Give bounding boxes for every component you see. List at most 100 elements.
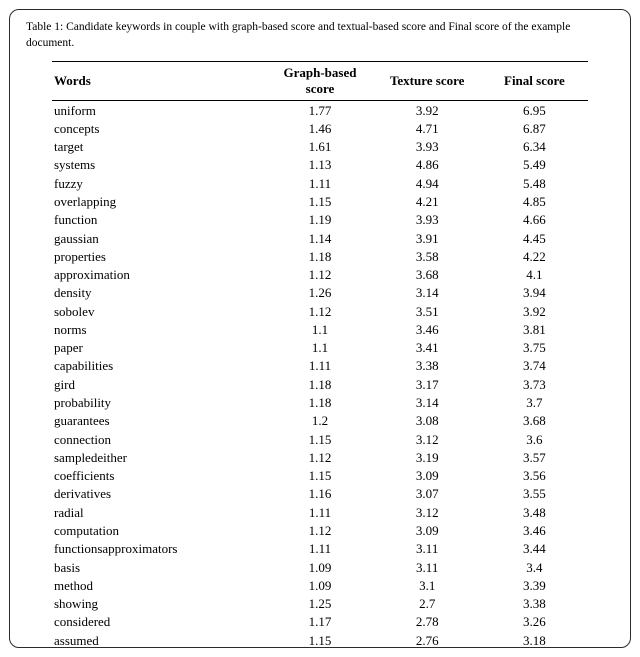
cell-graph: 1.12	[266, 448, 373, 466]
col-header-graph: Graph-based score	[266, 62, 373, 101]
table-row: functionsapproximators1.113.113.44	[52, 540, 588, 558]
table-row: gaussian1.143.914.45	[52, 229, 588, 247]
cell-texture: 3.12	[374, 430, 481, 448]
table-row: capabilities1.113.383.74	[52, 357, 588, 375]
cell-texture: 3.46	[374, 320, 481, 338]
cell-final: 4.85	[481, 192, 588, 210]
cell-word: considered	[52, 613, 266, 631]
table-row: systems1.134.865.49	[52, 156, 588, 174]
cell-graph: 1.19	[266, 211, 373, 229]
table-row: considered1.172.783.26	[52, 613, 588, 631]
cell-graph: 1.11	[266, 503, 373, 521]
cell-final: 3.56	[481, 467, 588, 485]
cell-texture: 4.94	[374, 174, 481, 192]
cell-word: norms	[52, 320, 266, 338]
cell-final: 3.81	[481, 320, 588, 338]
cell-graph: 1.26	[266, 284, 373, 302]
cell-graph: 1.2	[266, 412, 373, 430]
cell-final: 3.55	[481, 485, 588, 503]
cell-texture: 3.41	[374, 339, 481, 357]
cell-final: 6.87	[481, 119, 588, 137]
cell-final: 3.74	[481, 357, 588, 375]
cell-texture: 3.58	[374, 247, 481, 265]
cell-graph: 1.11	[266, 174, 373, 192]
cell-word: concepts	[52, 119, 266, 137]
table-row: assumed1.152.763.18	[52, 631, 588, 648]
cell-texture: 4.86	[374, 156, 481, 174]
cell-final: 3.48	[481, 503, 588, 521]
cell-word: assumed	[52, 631, 266, 648]
cell-word: gaussian	[52, 229, 266, 247]
cell-graph: 1.1	[266, 339, 373, 357]
cell-word: approximation	[52, 266, 266, 284]
cell-graph: 1.18	[266, 375, 373, 393]
table-row: norms1.13.463.81	[52, 320, 588, 338]
table-row: fuzzy1.114.945.48	[52, 174, 588, 192]
cell-graph: 1.16	[266, 485, 373, 503]
table-row: properties1.183.584.22	[52, 247, 588, 265]
cell-word: uniform	[52, 101, 266, 120]
cell-graph: 1.09	[266, 558, 373, 576]
table-row: gird1.183.173.73	[52, 375, 588, 393]
cell-word: function	[52, 211, 266, 229]
cell-word: sampledeither	[52, 448, 266, 466]
cell-word: fuzzy	[52, 174, 266, 192]
cell-texture: 3.19	[374, 448, 481, 466]
table-row: computation1.123.093.46	[52, 522, 588, 540]
table-row: uniform1.773.926.95	[52, 101, 588, 120]
cell-final: 3.73	[481, 375, 588, 393]
cell-word: derivatives	[52, 485, 266, 503]
cell-word: paper	[52, 339, 266, 357]
cell-texture: 3.11	[374, 540, 481, 558]
cell-final: 5.48	[481, 174, 588, 192]
cell-graph: 1.46	[266, 119, 373, 137]
table-row: density1.263.143.94	[52, 284, 588, 302]
cell-graph: 1.15	[266, 631, 373, 648]
cell-graph: 1.13	[266, 156, 373, 174]
table-wrapper: Words Graph-based score Texture score Fi…	[24, 61, 616, 648]
table-row: guarantees1.23.083.68	[52, 412, 588, 430]
cell-texture: 3.14	[374, 284, 481, 302]
table-row: basis1.093.113.4	[52, 558, 588, 576]
cell-word: sobolev	[52, 302, 266, 320]
cell-graph: 1.11	[266, 357, 373, 375]
cell-texture: 3.08	[374, 412, 481, 430]
table-row: coefficients1.153.093.56	[52, 467, 588, 485]
cell-texture: 3.1	[374, 576, 481, 594]
cell-word: basis	[52, 558, 266, 576]
table-row: method1.093.13.39	[52, 576, 588, 594]
table-row: target1.613.936.34	[52, 138, 588, 156]
cell-texture: 3.91	[374, 229, 481, 247]
cell-word: probability	[52, 394, 266, 412]
cell-final: 3.44	[481, 540, 588, 558]
table-row: sobolev1.123.513.92	[52, 302, 588, 320]
cell-graph: 1.12	[266, 522, 373, 540]
cell-texture: 3.93	[374, 211, 481, 229]
cell-final: 4.22	[481, 247, 588, 265]
cell-graph: 1.12	[266, 266, 373, 284]
table-card: Table 1: Candidate keywords in couple wi…	[9, 9, 631, 648]
cell-word: properties	[52, 247, 266, 265]
cell-texture: 3.11	[374, 558, 481, 576]
cell-graph: 1.17	[266, 613, 373, 631]
cell-word: overlapping	[52, 192, 266, 210]
cell-word: gird	[52, 375, 266, 393]
cell-final: 6.95	[481, 101, 588, 120]
cell-final: 6.34	[481, 138, 588, 156]
table-caption: Table 1: Candidate keywords in couple wi…	[26, 20, 616, 51]
cell-texture: 3.09	[374, 522, 481, 540]
cell-texture: 3.38	[374, 357, 481, 375]
cell-final: 4.1	[481, 266, 588, 284]
col-header-words: Words	[52, 62, 266, 101]
col-header-texture: Texture score	[374, 62, 481, 101]
cell-final: 4.66	[481, 211, 588, 229]
cell-word: target	[52, 138, 266, 156]
cell-final: 3.68	[481, 412, 588, 430]
table-row: derivatives1.163.073.55	[52, 485, 588, 503]
cell-texture: 3.17	[374, 375, 481, 393]
col-header-final: Final score	[481, 62, 588, 101]
cell-word: guarantees	[52, 412, 266, 430]
table-body: uniform1.773.926.95concepts1.464.716.87t…	[52, 101, 588, 648]
cell-word: coefficients	[52, 467, 266, 485]
cell-texture: 3.12	[374, 503, 481, 521]
